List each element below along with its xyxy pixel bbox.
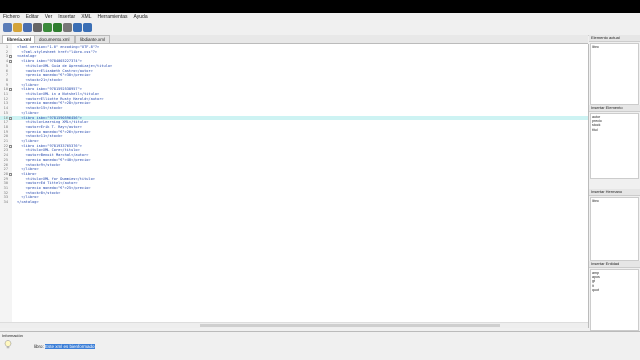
menu-item-ver[interactable]: Ver	[42, 13, 56, 21]
panel-insert-entity: Insertar Entidad amp apos gt lt quot	[589, 261, 640, 331]
save-icon[interactable]	[23, 23, 32, 32]
horizontal-scrollbar[interactable]	[0, 322, 588, 328]
open-folder-icon[interactable]	[13, 23, 22, 32]
panel-list-item[interactable]: titul	[592, 128, 637, 132]
panel-list-item: libro	[592, 45, 599, 49]
info-message: libro: Este xml es bienformado	[34, 344, 95, 349]
panel-title: Insertar Hermano	[589, 189, 640, 196]
fold-toggle-icon[interactable]	[9, 172, 12, 176]
panel-list-item[interactable]: libro	[592, 199, 637, 203]
info-selected-text[interactable]: Este xml es bienformado	[45, 344, 95, 349]
panel-list-item[interactable]: quot	[592, 288, 637, 292]
settings-icon[interactable]	[63, 23, 72, 32]
new-file-icon[interactable]	[3, 23, 12, 32]
lightbulb-icon	[4, 340, 12, 349]
validate-icon[interactable]	[53, 23, 62, 32]
fold-toggle-icon[interactable]	[9, 116, 12, 120]
print-icon[interactable]	[33, 23, 42, 32]
tab-libreria[interactable]: libreria.xml	[2, 35, 37, 43]
tab-bar: libreria.xml documento.xml libdiante.xml	[0, 35, 588, 44]
app-window: Fichero Editar Ver Insertar XML Herramientas A…	[0, 13, 640, 360]
menu-item-ayuda[interactable]: Ayuda	[131, 13, 151, 21]
line-number: 34	[3, 200, 8, 205]
panel-current-element: Elemento actual libro	[589, 35, 640, 105]
menu-item-editar[interactable]: Editar	[23, 13, 42, 21]
insert-element-list[interactable]: autor precio stock titul	[590, 113, 639, 179]
panel-title: Insertar Entidad	[589, 261, 640, 268]
fold-toggle-icon[interactable]	[9, 60, 12, 64]
help-icon[interactable]	[83, 23, 92, 32]
panel-title: Elemento actual	[589, 35, 640, 42]
menu-bar: Fichero Editar Ver Insertar XML Herramientas A…	[0, 13, 640, 21]
fold-toggle-icon[interactable]	[9, 88, 12, 92]
panel-title: Insertar Elemento	[589, 105, 640, 112]
fold-toggle-icon[interactable]	[9, 55, 12, 59]
panel-insert-element: Insertar Elemento autor precio stock titul	[589, 105, 640, 181]
toolbar	[0, 21, 640, 36]
menu-item-xml[interactable]: XML	[78, 13, 94, 21]
fold-toggle-icon[interactable]	[9, 144, 12, 148]
menu-item-herramientas[interactable]: Herramientas	[95, 13, 131, 21]
scrollbar-thumb[interactable]	[200, 324, 500, 327]
tab-libdiante[interactable]: libdiante.xml	[75, 35, 111, 43]
panel-insert-sibling: Insertar Hermano libro	[589, 189, 640, 261]
info-prefix: libro:	[34, 344, 46, 349]
code-line[interactable]: 34 </catalog>	[0, 200, 588, 205]
check-wellformed-icon[interactable]	[43, 23, 52, 32]
browser-icon[interactable]	[73, 23, 82, 32]
menu-item-insertar[interactable]: Insertar	[55, 13, 78, 21]
right-panel: Elemento actual libro Insertar Elemento …	[589, 35, 640, 331]
insert-entity-list[interactable]: amp apos gt lt quot	[590, 269, 639, 331]
tab-documento[interactable]: documento.xml	[34, 35, 75, 43]
code-text: </catalog>	[17, 200, 39, 205]
insert-sibling-list[interactable]: libro	[590, 197, 639, 261]
info-panel: Información libro: Este xml es bienforma…	[0, 331, 640, 360]
menu-item-fichero[interactable]: Fichero	[0, 13, 23, 21]
info-title: Información	[2, 333, 23, 338]
code-editor[interactable]: 1 <?xml version="1.0" encoding="UTF-8"?> 2…	[0, 44, 589, 328]
current-element-box: libro	[590, 43, 639, 105]
